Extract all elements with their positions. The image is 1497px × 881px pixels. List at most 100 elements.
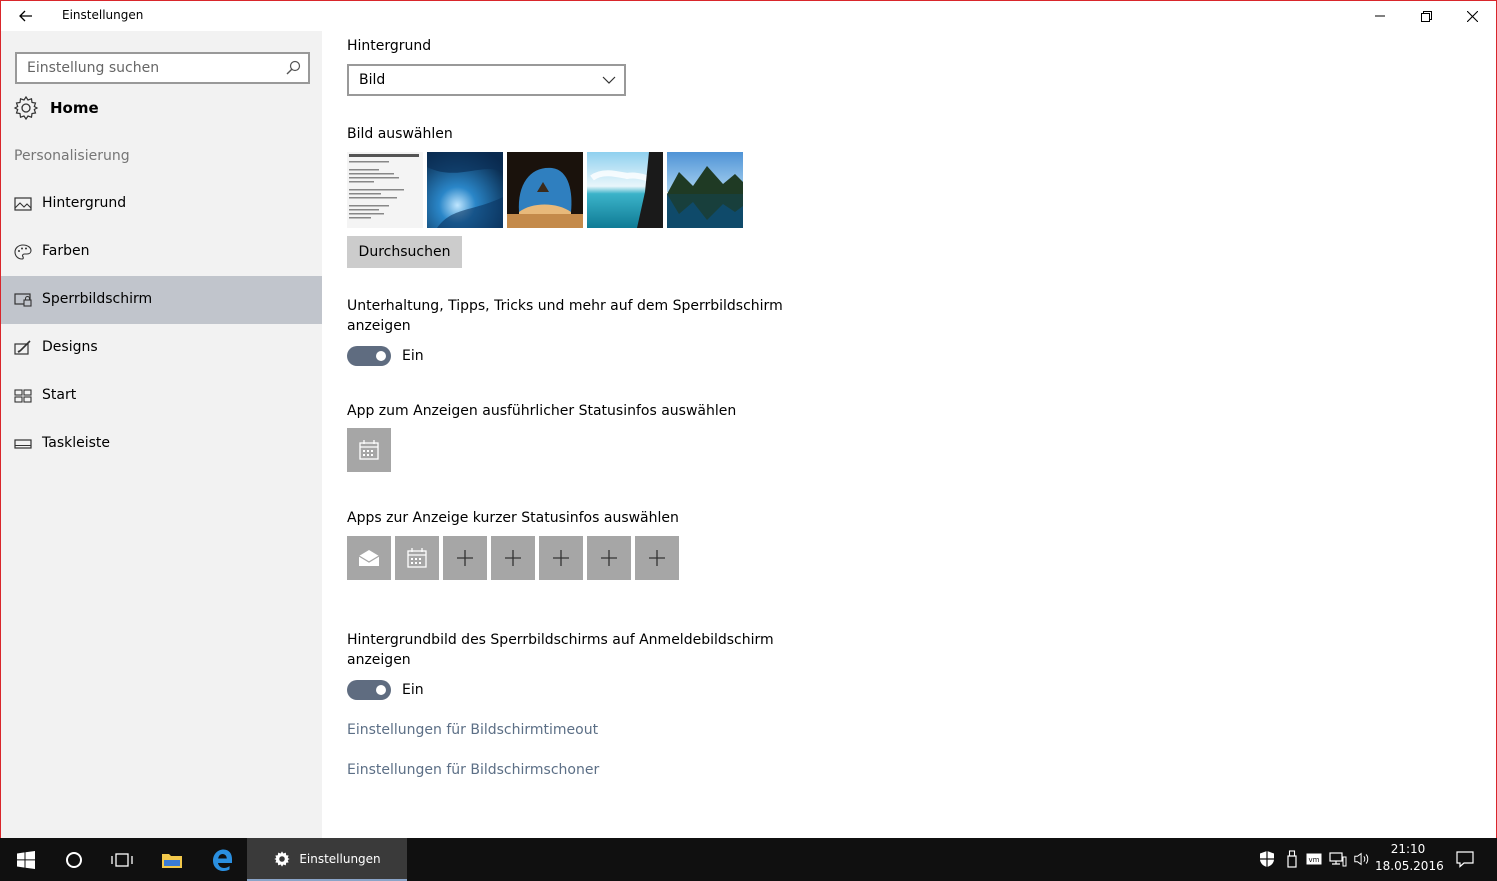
sidebar-item-label: Taskleiste [42,435,111,451]
tips-label-line1: Unterhaltung, Tipps, Tricks und mehr auf… [347,298,783,314]
tips-toggle-state: Ein [402,348,424,364]
search-placeholder: Einstellung suchen [27,60,160,76]
sidebar-item-label: Sperrbildschirm [42,291,153,307]
calendar-icon [359,440,379,460]
start-button[interactable] [4,838,48,881]
palette-icon [14,244,32,260]
sidebar-item-label: Start [42,387,77,403]
choose-image-label: Bild auswählen [347,126,453,142]
search-icon[interactable] [285,60,301,76]
taskbar: Einstellungen vm 21:10 18.05.2016 [0,838,1497,881]
mail-icon [358,550,380,566]
quick-status-label: Apps zur Anzeige kurzer Statusinfos ausw… [347,510,679,526]
vmware-tools-icon[interactable]: vm [1305,850,1323,868]
thumbnail-cave-beach[interactable] [507,152,583,228]
add-app-button[interactable] [491,536,535,580]
calendar-icon [407,548,427,568]
window-title: Einstellungen [62,8,144,22]
folder-icon [162,853,182,868]
quick-status-mail-tile[interactable] [347,536,391,580]
dropdown-value: Bild [359,72,386,88]
file-explorer-button[interactable] [150,838,194,881]
tips-label-line2: anzeigen [347,318,411,334]
signin-toggle-state: Ein [402,682,424,698]
screen-timeout-link[interactable]: Einstellungen für Bildschirmtimeout [347,722,598,738]
sidebar-item-hintergrund[interactable]: Hintergrund [1,180,322,228]
cortana-circle-icon [66,851,82,868]
taskbar-clock[interactable]: 21:10 18.05.2016 [1375,841,1444,875]
lockscreen-icon [14,293,32,307]
thumbnail-mountain-lake[interactable] [667,152,743,228]
sidebar-item-sperrbildschirm[interactable]: Sperrbildschirm [1,276,322,324]
back-button[interactable] [11,1,41,31]
usb-drive-icon[interactable] [1283,850,1301,868]
designs-icon [14,340,31,355]
detailed-status-label: App zum Anzeigen ausführlicher Statusinf… [347,403,737,419]
plus-icon [505,550,521,566]
edge-browser-icon [213,849,232,871]
taskbar-app-label: Einstellungen [299,851,381,866]
background-dropdown[interactable]: Bild [347,64,626,96]
minimize-icon [1375,15,1385,17]
sidebar-item-label: Hintergrund [42,195,127,211]
thumbnail-ice-cave[interactable] [427,152,503,228]
sidebar-item-farben[interactable]: Farben [1,228,322,276]
task-view-icon [111,852,133,867]
title-bar: Einstellungen [1,1,1496,31]
edge-button[interactable] [200,838,244,881]
add-app-button[interactable] [539,536,583,580]
svg-text:vm: vm [1309,856,1320,864]
sidebar-item-taskleiste[interactable]: Taskleiste [1,420,322,468]
defender-shield-icon[interactable] [1258,850,1276,868]
plus-icon [457,550,473,566]
sidebar-item-designs[interactable]: Designs [1,324,322,372]
clock-date: 18.05.2016 [1375,859,1444,873]
image-icon [14,197,32,211]
quick-status-calendar-tile[interactable] [395,536,439,580]
sidebar-item-label: Farben [42,243,90,259]
thumbnail-document[interactable] [347,152,423,228]
task-view-button[interactable] [100,838,144,881]
start-icon [14,389,32,403]
taskbar-settings-app[interactable]: Einstellungen [247,838,407,881]
settings-window: Einstellungen Einstellung suchen Home Pe… [0,0,1497,839]
sidebar-item-start[interactable]: Start [1,372,322,420]
detailed-status-calendar-tile[interactable] [347,428,391,472]
chevron-down-icon [602,76,616,84]
close-button[interactable] [1449,1,1495,31]
main-content: Hintergrund Bild Bild auswählen Durchsuc… [322,31,1496,839]
action-center-icon[interactable] [1456,850,1474,868]
browse-button[interactable]: Durchsuchen [347,236,462,268]
plus-icon [601,550,617,566]
cortana-button[interactable] [52,838,96,881]
taskbar-icon [14,439,32,449]
sidebar-item-label: Designs [42,339,98,355]
section-title: Personalisierung [14,148,130,164]
signin-label-line2: anzeigen [347,652,411,668]
restore-button[interactable] [1403,1,1449,31]
tips-toggle[interactable] [347,346,391,366]
home-label: Home [50,99,99,117]
signin-label-line1: Hintergrundbild des Sperrbildschirms auf… [347,632,774,648]
restore-icon [1420,10,1432,22]
gear-icon [274,850,290,867]
sidebar: Einstellung suchen Home Personalisierung… [1,31,322,839]
close-icon [1466,10,1478,22]
thumbnail-sea-window[interactable] [587,152,663,228]
minimize-button[interactable] [1357,1,1403,31]
volume-icon[interactable] [1353,850,1371,868]
add-app-button[interactable] [587,536,631,580]
clock-time: 21:10 [1390,842,1426,856]
add-app-button[interactable] [443,536,487,580]
windows-logo-icon [17,850,35,869]
arrow-left-icon [19,10,32,22]
screensaver-link[interactable]: Einstellungen für Bildschirmschoner [347,762,599,778]
signin-toggle[interactable] [347,680,391,700]
add-app-button[interactable] [635,536,679,580]
plus-icon [553,550,569,566]
home-link[interactable]: Home [13,95,313,123]
search-input[interactable]: Einstellung suchen [15,52,310,84]
network-icon[interactable] [1329,850,1347,868]
plus-icon [649,550,665,566]
gear-icon [13,95,39,121]
